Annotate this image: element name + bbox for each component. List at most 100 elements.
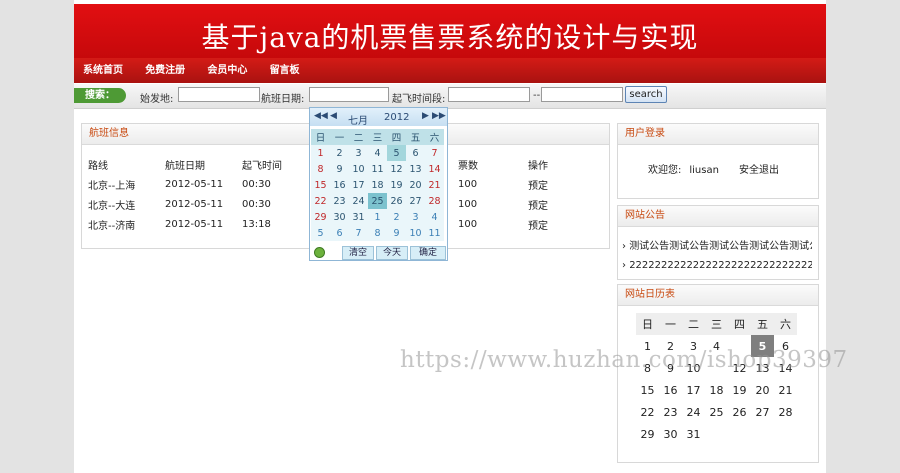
picker-day[interactable]: 5 bbox=[311, 225, 330, 241]
next-month-icon[interactable]: ▶ bbox=[422, 111, 429, 121]
picker-year[interactable]: 2012 bbox=[384, 112, 409, 123]
picker-day[interactable]: 8 bbox=[311, 161, 330, 177]
weekday-header: 一 bbox=[330, 129, 349, 145]
weekday-header: 三 bbox=[368, 129, 387, 145]
date-label: 航班日期: bbox=[261, 94, 305, 105]
picker-day[interactable]: 3 bbox=[406, 209, 425, 225]
site-calendar-panel: 网站日历表 日一二三四五六 1 2 3 4 5 6 8 9 10 12 13 14 15 16 17 18 19 2… bbox=[617, 284, 819, 463]
picker-day[interactable]: 9 bbox=[330, 161, 349, 177]
next-year-icon[interactable]: ▶▶ bbox=[432, 111, 446, 121]
date-picker-header: ◀◀ ◀ 七月 2012 ▶ ▶▶ bbox=[310, 108, 447, 127]
picker-day[interactable]: 3 bbox=[349, 145, 368, 161]
picker-day[interactable]: 13 bbox=[406, 161, 425, 177]
search-button[interactable]: search bbox=[625, 86, 667, 103]
notice-item[interactable]: › 测试公告测试公告测试公告测试公告测试公告 bbox=[622, 237, 812, 252]
nav-message-board[interactable]: 留言板 bbox=[270, 58, 300, 83]
login-title: 用户登录 bbox=[618, 124, 818, 145]
weekday-header: 六 bbox=[774, 313, 797, 335]
notice-panel: 网站公告 › 测试公告测试公告测试公告测试公告测试公告 › 2222222222… bbox=[617, 205, 819, 280]
picker-day[interactable]: 28 bbox=[425, 193, 444, 209]
picker-day[interactable]: 10 bbox=[349, 161, 368, 177]
picker-day[interactable]: 8 bbox=[368, 225, 387, 241]
clear-button[interactable]: 清空 bbox=[342, 246, 374, 260]
logout-link[interactable]: 安全退出 bbox=[739, 165, 779, 176]
col-date: 航班日期 bbox=[165, 160, 205, 172]
watermark: https://www.huzhan.com/ishop39397 bbox=[400, 347, 848, 373]
picker-day[interactable]: 7 bbox=[349, 225, 368, 241]
weekday-header: 日 bbox=[311, 129, 330, 145]
time-separator: -- bbox=[533, 90, 541, 101]
picker-day[interactable]: 11 bbox=[368, 161, 387, 177]
main-nav: 系统首页 免费注册 会员中心 留言板 bbox=[74, 58, 826, 83]
picker-day[interactable]: 6 bbox=[330, 225, 349, 241]
time-end-input[interactable] bbox=[541, 87, 623, 102]
picker-day[interactable]: 30 bbox=[330, 209, 349, 225]
picker-day[interactable]: 31 bbox=[349, 209, 368, 225]
picker-day[interactable]: 19 bbox=[387, 177, 406, 193]
date-cell: 2012-05-11 bbox=[165, 218, 224, 230]
picker-day[interactable]: 27 bbox=[406, 193, 425, 209]
clock-icon[interactable] bbox=[314, 247, 325, 258]
nav-register[interactable]: 免费注册 bbox=[145, 58, 185, 83]
picker-day[interactable]: 29 bbox=[311, 209, 330, 225]
route-cell: 北京--济南 bbox=[88, 220, 136, 232]
book-link[interactable]: 预定 bbox=[528, 214, 568, 234]
calendar-day: 31 bbox=[686, 427, 701, 441]
picker-day[interactable]: 15 bbox=[311, 177, 330, 193]
picker-day[interactable]: 1 bbox=[368, 209, 387, 225]
calendar-day: 28 bbox=[778, 405, 793, 419]
picker-day[interactable]: 25 bbox=[368, 193, 387, 209]
picker-day[interactable]: 26 bbox=[387, 193, 406, 209]
picker-day[interactable]: 10 bbox=[406, 225, 425, 241]
weekday-header: 四 bbox=[387, 129, 406, 145]
picker-day[interactable]: 2 bbox=[330, 145, 349, 161]
calendar-day: 27 bbox=[755, 405, 770, 419]
notice-item[interactable]: › 2222222222222222222222222222222222 bbox=[622, 260, 812, 271]
picker-day[interactable]: 18 bbox=[368, 177, 387, 193]
from-label: 始发地: bbox=[140, 94, 174, 105]
picker-day[interactable]: 4 bbox=[368, 145, 387, 161]
picker-day[interactable]: 11 bbox=[425, 225, 444, 241]
notice-title: 网站公告 bbox=[618, 206, 818, 227]
picker-day[interactable]: 4 bbox=[425, 209, 444, 225]
today-button[interactable]: 今天 bbox=[376, 246, 408, 260]
picker-day[interactable]: 6 bbox=[406, 145, 425, 161]
picker-day[interactable]: 21 bbox=[425, 177, 444, 193]
nav-home[interactable]: 系统首页 bbox=[83, 58, 123, 83]
notice-item-text: 测试公告测试公告测试公告测试公告测试公告 bbox=[629, 241, 812, 252]
picker-day[interactable]: 16 bbox=[330, 177, 349, 193]
weekday-header: 四 bbox=[728, 313, 751, 335]
prev-year-icon[interactable]: ◀◀ bbox=[314, 111, 328, 121]
time-start-input[interactable] bbox=[448, 87, 530, 102]
notice-item-text: 2222222222222222222222222222222222 bbox=[629, 260, 812, 271]
picker-day[interactable]: 5 bbox=[387, 145, 406, 161]
prev-month-icon[interactable]: ◀ bbox=[330, 111, 337, 121]
picker-day[interactable]: 24 bbox=[349, 193, 368, 209]
picker-day[interactable]: 22 bbox=[311, 193, 330, 209]
date-picker: ◀◀ ◀ 七月 2012 ▶ ▶▶ 日一二三四五六 1 2 3 4 5 6 7 8 9 10 11 12… bbox=[309, 107, 448, 261]
welcome-text: 欢迎您: bbox=[648, 165, 682, 176]
weekday-header: 一 bbox=[659, 313, 682, 335]
picker-day[interactable]: 23 bbox=[330, 193, 349, 209]
ok-button[interactable]: 确定 bbox=[410, 246, 446, 260]
picker-day[interactable]: 9 bbox=[387, 225, 406, 241]
picker-day[interactable]: 17 bbox=[349, 177, 368, 193]
book-link[interactable]: 预定 bbox=[528, 174, 568, 194]
picker-day[interactable]: 2 bbox=[387, 209, 406, 225]
date-input[interactable] bbox=[309, 87, 389, 102]
calendar-day: 23 bbox=[663, 405, 678, 419]
nav-member-center[interactable]: 会员中心 bbox=[207, 58, 247, 83]
from-input[interactable] bbox=[178, 87, 260, 102]
calendar-day: 29 bbox=[640, 427, 655, 441]
book-link[interactable]: 预定 bbox=[528, 194, 568, 214]
calendar-day: 30 bbox=[663, 427, 678, 441]
tickets-cell: 100 bbox=[458, 178, 478, 190]
picker-day[interactable]: 14 bbox=[425, 161, 444, 177]
picker-day[interactable]: 20 bbox=[406, 177, 425, 193]
picker-day[interactable]: 1 bbox=[311, 145, 330, 161]
date-cell: 2012-05-11 bbox=[165, 198, 224, 210]
picker-day[interactable]: 12 bbox=[387, 161, 406, 177]
picker-day[interactable]: 7 bbox=[425, 145, 444, 161]
weekday-header: 二 bbox=[682, 313, 705, 335]
picker-month[interactable]: 七月 bbox=[348, 112, 368, 127]
